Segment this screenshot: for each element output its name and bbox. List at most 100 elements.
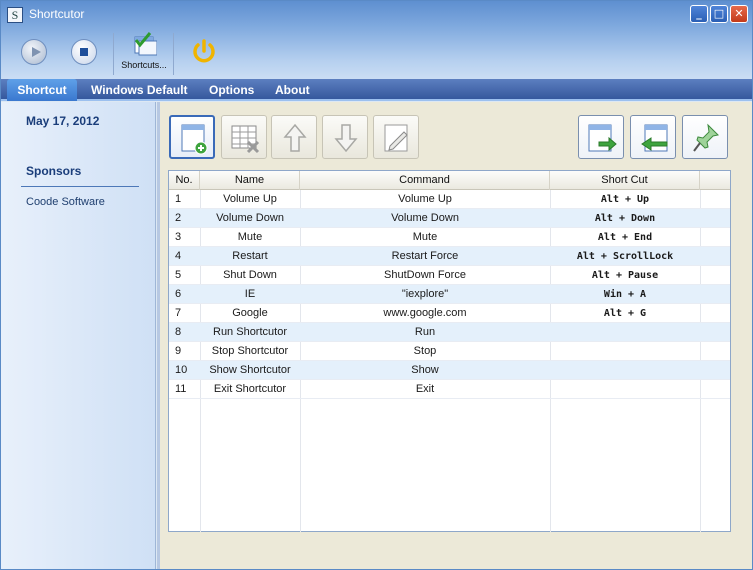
tab-bar: Shortcut Windows Default Options About bbox=[1, 79, 752, 101]
cell-no: 5 bbox=[175, 269, 182, 281]
table-row[interactable]: 1 Volume Up Volume Up Alt + Up bbox=[169, 190, 730, 209]
table-row[interactable]: 8 Run Shortcutor Run bbox=[169, 323, 730, 342]
cell-shortcut bbox=[550, 323, 700, 342]
cell-no: 7 bbox=[175, 307, 182, 319]
delete-shortcut-button[interactable] bbox=[221, 115, 267, 159]
minimize-button[interactable]: _ bbox=[690, 5, 708, 23]
toolbar: Shortcuts... bbox=[1, 27, 752, 77]
table-row[interactable]: 6 IE "iexplore" Win + A bbox=[169, 285, 730, 304]
app-window: S Shortcutor _ □ ✕ Shortcuts... Shortcut… bbox=[0, 0, 753, 570]
cell-shortcut: Alt + ScrollLock bbox=[576, 251, 674, 262]
toolbar-divider bbox=[113, 33, 114, 75]
delete-shortcut-icon bbox=[231, 125, 260, 154]
window-controls: _ □ ✕ bbox=[690, 5, 748, 23]
power-icon bbox=[193, 39, 215, 63]
shortcuts-icon bbox=[131, 31, 158, 57]
move-up-icon bbox=[283, 123, 307, 152]
table-row[interactable]: 2 Volume Down Volume Down Alt + Down bbox=[169, 209, 730, 228]
shortcuts-label: Shortcuts... bbox=[121, 60, 167, 70]
maximize-button[interactable]: □ bbox=[710, 5, 728, 23]
tab-shortcut[interactable]: Shortcut bbox=[7, 79, 77, 101]
cell-name: Show Shortcutor bbox=[209, 364, 291, 376]
cell-no: 8 bbox=[175, 326, 182, 338]
cell-command: Volume Down bbox=[391, 212, 459, 224]
cell-shortcut: Alt + Up bbox=[600, 194, 650, 205]
move-down-button[interactable] bbox=[322, 115, 368, 159]
cell-no: 6 bbox=[175, 288, 182, 300]
cell-no: 10 bbox=[175, 364, 188, 376]
export-button[interactable] bbox=[578, 115, 624, 159]
cell-no: 4 bbox=[175, 250, 182, 262]
shortcuts-button[interactable]: Shortcuts... bbox=[119, 29, 169, 75]
tab-windows-default[interactable]: Windows Default bbox=[85, 79, 194, 101]
power-button[interactable] bbox=[187, 35, 221, 69]
import-icon bbox=[641, 124, 668, 152]
column-header-command[interactable]: Command bbox=[300, 171, 550, 190]
cell-name: Volume Down bbox=[216, 212, 284, 224]
table-row[interactable]: 5 Shut Down ShutDown Force Alt + Pause bbox=[169, 266, 730, 285]
toolbar-divider bbox=[173, 33, 174, 75]
cell-name: IE bbox=[244, 288, 256, 300]
main-panel: No. Name Command Short Cut 1 Volume Up Vol… bbox=[157, 102, 752, 569]
cell-shortcut: Alt + End bbox=[597, 232, 653, 243]
cell-no: 2 bbox=[175, 212, 182, 224]
add-shortcut-button[interactable] bbox=[169, 115, 215, 159]
window-title: Shortcutor bbox=[29, 7, 85, 21]
column-header-shortcut[interactable]: Short Cut bbox=[550, 171, 700, 190]
cell-command: Mute bbox=[412, 231, 438, 243]
cell-name: Google bbox=[232, 307, 268, 319]
cell-shortcut bbox=[550, 380, 700, 399]
cell-no: 9 bbox=[175, 345, 182, 357]
add-shortcut-icon bbox=[181, 124, 208, 155]
table-row[interactable]: 7 Google www.google.com Alt + G bbox=[169, 304, 730, 323]
cell-command: Restart Force bbox=[391, 250, 459, 262]
table-row[interactable]: 4 Restart Restart Force Alt + ScrollLock bbox=[169, 247, 730, 266]
cell-shortcut bbox=[550, 361, 700, 380]
cell-no: 3 bbox=[175, 231, 182, 243]
tab-options[interactable]: Options bbox=[203, 79, 260, 101]
cell-command: Exit bbox=[415, 383, 435, 395]
play-button[interactable] bbox=[17, 35, 51, 69]
sponsors-heading: Sponsors bbox=[26, 164, 82, 178]
cell-command: Show bbox=[411, 364, 439, 376]
cell-name: Stop Shortcutor bbox=[211, 345, 289, 357]
cell-shortcut: Win + A bbox=[603, 289, 647, 300]
cell-command: Stop bbox=[413, 345, 437, 357]
edit-shortcut-icon bbox=[384, 124, 408, 152]
cell-name: Mute bbox=[237, 231, 263, 243]
cell-command: Run bbox=[414, 326, 436, 338]
table-row[interactable]: 10 Show Shortcutor Show bbox=[169, 361, 730, 380]
cell-shortcut: Alt + Down bbox=[594, 213, 656, 224]
export-icon bbox=[588, 124, 617, 152]
table-row[interactable]: 11 Exit Shortcutor Exit bbox=[169, 380, 730, 399]
pin-icon bbox=[693, 123, 720, 152]
sponsor-link[interactable]: Coode Software bbox=[26, 196, 105, 208]
column-header-no[interactable]: No. bbox=[169, 171, 200, 190]
stop-button[interactable] bbox=[67, 35, 101, 69]
cell-name: Shut Down bbox=[223, 269, 277, 281]
cell-no: 11 bbox=[175, 383, 187, 395]
edit-shortcut-button[interactable] bbox=[373, 115, 419, 159]
current-date: May 17, 2012 bbox=[26, 114, 100, 128]
move-up-button[interactable] bbox=[271, 115, 317, 159]
import-button[interactable] bbox=[630, 115, 676, 159]
table-body: 1 Volume Up Volume Up Alt + Up 2 Volume Down V… bbox=[169, 190, 730, 532]
cell-command: Volume Up bbox=[398, 193, 452, 205]
cell-command: ShutDown Force bbox=[384, 269, 466, 281]
cell-command: "iexplore" bbox=[401, 288, 449, 300]
cell-no: 1 bbox=[175, 193, 182, 205]
table-row[interactable]: 3 Mute Mute Alt + End bbox=[169, 228, 730, 247]
cell-name: Run Shortcutor bbox=[213, 326, 287, 338]
title-bar[interactable]: S Shortcutor _ □ ✕ bbox=[1, 1, 752, 27]
table-header: No. Name Command Short Cut bbox=[169, 171, 730, 190]
table-row[interactable]: 9 Stop Shortcutor Stop bbox=[169, 342, 730, 361]
close-button[interactable]: ✕ bbox=[730, 5, 748, 23]
pin-button[interactable] bbox=[682, 115, 728, 159]
tab-about[interactable]: About bbox=[269, 79, 316, 101]
cell-name: Volume Up bbox=[223, 193, 277, 205]
column-header-name[interactable]: Name bbox=[200, 171, 300, 190]
shortcut-table: No. Name Command Short Cut 1 Volume Up Vol… bbox=[168, 170, 731, 532]
sidebar-divider bbox=[21, 186, 139, 187]
cell-shortcut: Alt + G bbox=[603, 308, 647, 319]
move-down-icon bbox=[334, 124, 358, 153]
